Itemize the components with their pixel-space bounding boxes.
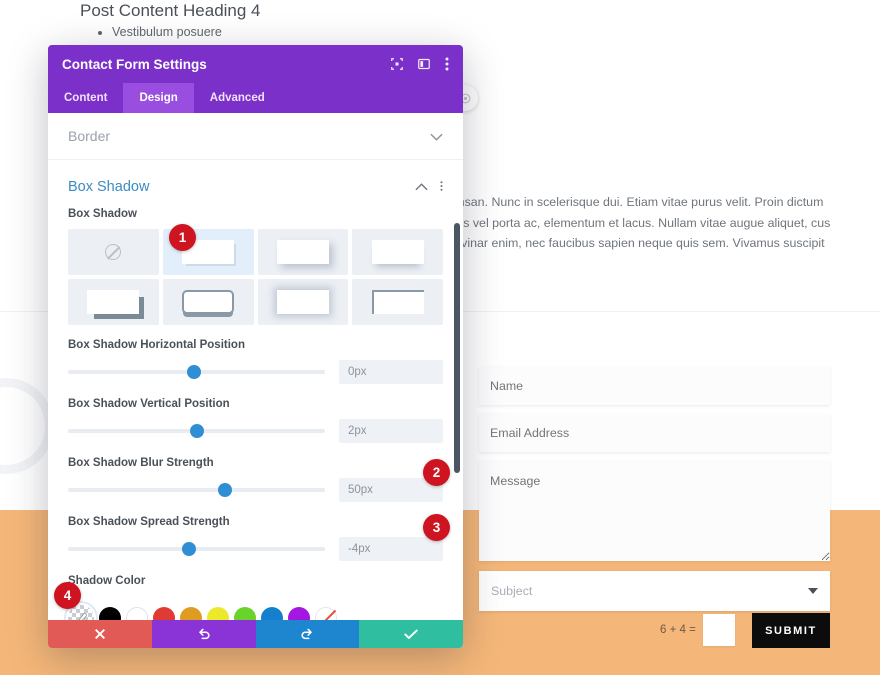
slider-label: Box Shadow Horizontal Position (68, 339, 443, 360)
slider-value-input[interactable] (339, 537, 443, 561)
box-shadow-section-title: Box Shadow (68, 179, 149, 195)
color-swatch-white[interactable] (126, 607, 148, 620)
captcha-group: 6 + 4 = (660, 614, 735, 646)
slider-knob[interactable] (187, 365, 201, 379)
box-shadow-preset-none[interactable] (68, 229, 159, 275)
check-icon (404, 629, 418, 640)
contact-form (479, 367, 830, 575)
more-options-icon[interactable] (445, 57, 449, 71)
slider-value-input[interactable] (339, 419, 443, 443)
shadow-color-group: Shadow Color (68, 575, 443, 620)
slider-knob[interactable] (218, 483, 232, 497)
box-shadow-section-header[interactable]: Box Shadow (48, 166, 463, 208)
annotation-badge-1: 1 (169, 224, 196, 251)
annotation-badge-2: 2 (423, 459, 450, 486)
color-swatch-yellow[interactable] (207, 607, 229, 620)
redo-icon (300, 627, 314, 641)
slider-track[interactable] (68, 370, 325, 374)
slider-label: Box Shadow Vertical Position (68, 398, 443, 419)
slider-value-input[interactable] (339, 360, 443, 384)
color-swatch-purple[interactable] (288, 607, 310, 620)
email-input[interactable] (479, 414, 830, 452)
box-shadow-preset-outline-bottom[interactable] (163, 279, 254, 325)
color-swatch-orange[interactable] (180, 607, 202, 620)
no-shadow-icon (105, 244, 121, 260)
slider-horizontal-position: Box Shadow Horizontal Position (68, 339, 443, 384)
contact-form-settings-modal: Contact Form Settings (48, 45, 463, 648)
modal-scrollbar-thumb[interactable] (454, 223, 460, 473)
captcha-question: 6 + 4 = (660, 624, 696, 636)
color-swatch-green[interactable] (234, 607, 256, 620)
tab-advanced[interactable]: Advanced (194, 83, 281, 113)
border-section-header[interactable]: Border (48, 113, 463, 160)
modal-title: Contact Form Settings (62, 57, 207, 72)
subject-select[interactable]: Subject (479, 571, 830, 611)
slider-blur-strength: Box Shadow Blur Strength (68, 457, 443, 502)
color-swatch-black[interactable] (99, 607, 121, 620)
body-paragraph: tum accumsan. Nunc in scelerisque dui. E… (404, 192, 834, 274)
box-shadow-preset-bottom-blur[interactable] (352, 229, 443, 275)
annotation-badge-3: 3 (423, 514, 450, 541)
tab-content[interactable]: Content (48, 83, 123, 113)
slider-label: Box Shadow Spread Strength (68, 516, 443, 537)
box-shadow-preset-hard-offset[interactable] (68, 279, 159, 325)
split-view-icon[interactable] (418, 58, 430, 70)
slider-label: Box Shadow Blur Strength (68, 457, 443, 478)
chevron-down-icon (808, 588, 818, 594)
tab-design[interactable]: Design (123, 83, 193, 113)
more-options-icon[interactable] (440, 180, 443, 195)
color-swatch-none[interactable] (315, 607, 337, 620)
modal-tabs: Content Design Advanced (48, 83, 463, 113)
slider-track[interactable] (68, 488, 325, 492)
name-input[interactable] (479, 367, 830, 405)
box-shadow-preset-grid (68, 229, 443, 325)
border-section-label: Border (68, 128, 110, 144)
submit-button[interactable]: SUBMIT (752, 613, 830, 648)
undo-icon (197, 627, 211, 641)
annotation-badge-4: 4 (54, 582, 81, 609)
box-shadow-preset-glow[interactable] (258, 279, 349, 325)
color-swatch-red[interactable] (153, 607, 175, 620)
color-swatch-blue[interactable] (261, 607, 283, 620)
undo-button[interactable] (152, 620, 256, 648)
list-item: Vestibulum posuere (112, 22, 456, 42)
chevron-up-icon[interactable] (415, 180, 428, 194)
modal-header-icons (391, 57, 449, 71)
eyedropper-icon (75, 612, 88, 621)
box-shadow-preset-top-left-border[interactable] (352, 279, 443, 325)
subject-select-label: Subject (491, 584, 532, 598)
slider-knob[interactable] (182, 542, 196, 556)
discard-button[interactable] (48, 620, 152, 648)
slider-track[interactable] (68, 429, 325, 433)
modal-body: Border Box Shadow (48, 113, 463, 620)
modal-footer (48, 620, 463, 648)
shadow-color-label: Shadow Color (68, 575, 443, 596)
box-shadow-section-controls (415, 180, 443, 195)
page-title: Post Content Heading 4 (80, 0, 460, 22)
box-shadow-preset-blurred-offset[interactable] (258, 229, 349, 275)
captcha-input[interactable] (703, 614, 735, 646)
shadow-color-swatches (68, 605, 443, 620)
screenshot-root: Post Content Heading 4 Vestibulum posuer… (0, 0, 880, 675)
modal-scrollbar[interactable] (454, 113, 460, 620)
slider-vertical-position: Box Shadow Vertical Position (68, 398, 443, 443)
modal-header: Contact Form Settings (48, 45, 463, 83)
box-shadow-field-label: Box Shadow (68, 208, 443, 229)
fullscreen-icon[interactable] (391, 58, 403, 70)
slider-knob[interactable] (190, 424, 204, 438)
box-shadow-control-group: Box Shadow Box Shadow Horizontal Positio… (48, 208, 463, 620)
slider-spread-strength: Box Shadow Spread Strength (68, 516, 443, 561)
redo-button[interactable] (256, 620, 360, 648)
chevron-down-icon (430, 129, 443, 144)
save-button[interactable] (359, 620, 463, 648)
message-textarea[interactable] (479, 461, 830, 561)
slider-track[interactable] (68, 547, 325, 551)
close-icon (94, 628, 106, 640)
